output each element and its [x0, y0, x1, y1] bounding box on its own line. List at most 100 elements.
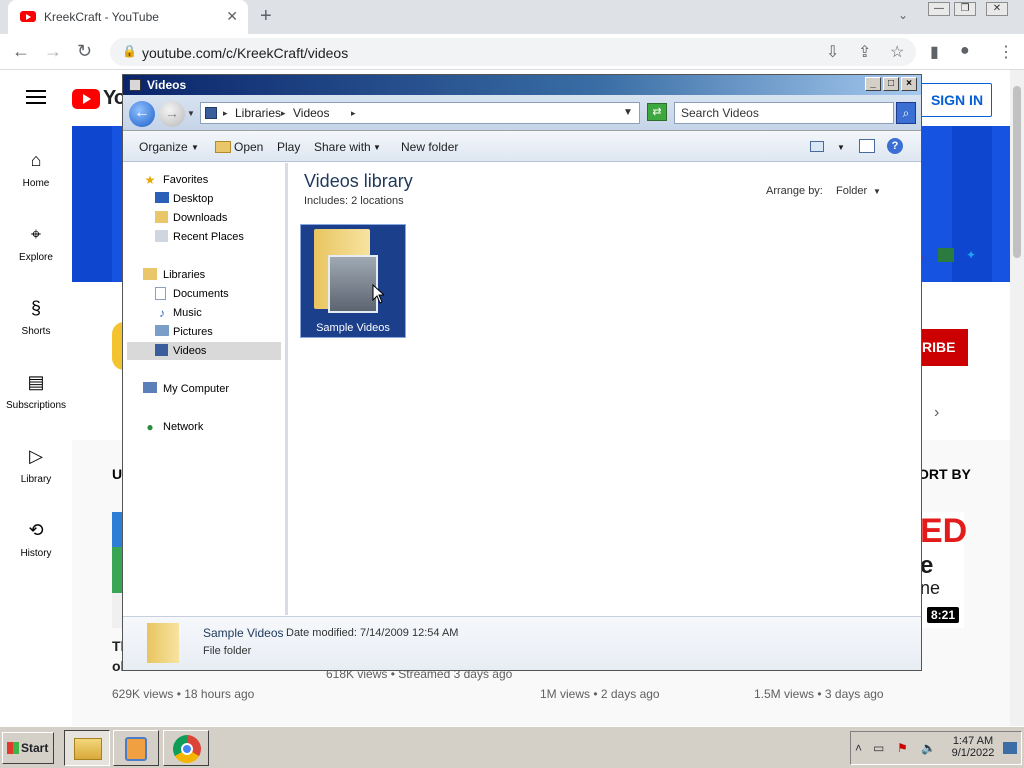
guide-item-library[interactable]: ▷ Library	[0, 442, 72, 502]
youtube-logo-icon[interactable]	[72, 89, 100, 109]
new-tab-button[interactable]: +	[260, 5, 272, 28]
back-arrow-icon[interactable]: ←	[129, 101, 155, 127]
arrange-by-dropdown[interactable]: Folder	[836, 185, 867, 197]
guide-item-shorts[interactable]: § Shorts	[0, 294, 72, 354]
uploads-heading: U	[112, 466, 123, 482]
clock[interactable]: 1:47 AM 9/1/2022	[950, 735, 996, 759]
maximize-window-button[interactable]: ❐	[954, 2, 976, 16]
desktop-icon	[155, 192, 169, 203]
nav-item-my-computer[interactable]: My Computer	[127, 380, 281, 398]
nav-item-music[interactable]: ♪ Music	[127, 304, 281, 322]
share-icon[interactable]: ⇪	[858, 42, 871, 62]
organize-button[interactable]: Organize	[139, 140, 188, 154]
nav-label: Network	[163, 421, 204, 433]
nav-item-libraries[interactable]: Libraries	[127, 266, 281, 284]
help-icon[interactable]: ?	[887, 138, 903, 154]
nav-item-network[interactable]: ● Network	[127, 418, 281, 436]
open-button[interactable]: Open	[234, 140, 263, 154]
hamburger-menu-icon[interactable]	[26, 90, 46, 104]
explorer-minimize-button[interactable]: _	[865, 77, 881, 91]
chevron-down-icon[interactable]: ▼	[191, 143, 199, 152]
youtube-favicon-icon	[20, 11, 36, 22]
start-label: Start	[21, 741, 49, 755]
taskbar-explorer-button[interactable]	[64, 730, 110, 766]
nav-label: Downloads	[173, 212, 228, 224]
guide-item-subscriptions[interactable]: ▤ Subscriptions	[0, 368, 72, 428]
chevron-right-icon[interactable]: ▸	[351, 103, 356, 123]
clock-date: 9/1/2022	[951, 747, 995, 759]
merch-link-icon[interactable]	[938, 248, 954, 262]
menu-kebab-icon[interactable]: ⋮	[998, 42, 1014, 62]
twitter-icon[interactable]: ✦	[966, 248, 976, 262]
reload-icon[interactable]: ↻	[77, 41, 92, 62]
close-tab-icon[interactable]: ✕	[226, 8, 238, 25]
taskbar-media-player-button[interactable]	[113, 730, 159, 766]
new-folder-button[interactable]: New folder	[401, 140, 458, 154]
chevron-right-icon[interactable]: ›	[934, 404, 939, 422]
chevron-down-icon[interactable]: ▼	[373, 143, 381, 152]
share-with-button[interactable]: Share with	[314, 140, 371, 154]
preview-pane-icon[interactable]	[859, 139, 875, 153]
show-hidden-icons-icon[interactable]: ˄	[855, 741, 862, 755]
nav-item-recent-places[interactable]: Recent Places	[127, 228, 281, 246]
breadcrumb-libraries[interactable]: Libraries	[235, 103, 281, 123]
breadcrumb-videos[interactable]: Videos	[293, 103, 329, 123]
guide-item-explore[interactable]: ⌖ Explore	[0, 220, 72, 280]
back-arrow-icon[interactable]: ←	[12, 41, 30, 62]
recent-pages-dropdown-icon[interactable]: ▼	[187, 109, 195, 118]
library-includes[interactable]: Includes: 2 locations	[304, 195, 404, 207]
chevron-down-icon[interactable]: ▼	[873, 187, 881, 196]
sign-in-button[interactable]: SIGN IN	[916, 83, 992, 117]
profile-avatar-icon[interactable]: ●	[960, 42, 970, 60]
nav-item-favorites[interactable]: ★ Favorites	[127, 171, 281, 189]
sort-by-button[interactable]: ORT BY	[918, 466, 971, 482]
network-tray-icon[interactable]: ▭	[873, 741, 884, 755]
chevron-right-icon[interactable]: ▸	[281, 103, 286, 123]
taskbar-chrome-button[interactable]	[163, 730, 209, 766]
side-panel-icon[interactable]: ▮	[930, 42, 939, 62]
search-icon[interactable]: ⌕	[896, 102, 916, 124]
nav-item-downloads[interactable]: Downloads	[127, 209, 281, 227]
address-bar[interactable]: 🔒 youtube.com/c/KreekCraft/videos	[110, 38, 916, 66]
forward-arrow-icon[interactable]: →	[159, 101, 185, 127]
nav-label: Documents	[173, 288, 229, 300]
refresh-icon[interactable]: ⇄	[647, 103, 667, 121]
nav-item-videos[interactable]: Videos	[127, 342, 281, 360]
folder-item-sample-videos[interactable]: Sample Videos	[300, 224, 406, 338]
explorer-close-button[interactable]: ×	[901, 77, 917, 91]
change-view-icon[interactable]	[810, 141, 824, 152]
search-input[interactable]: Search Videos	[674, 102, 894, 124]
windows-flag-icon	[7, 742, 19, 754]
address-url[interactable]: youtube.com/c/KreekCraft/videos	[142, 45, 348, 61]
show-desktop-icon[interactable]	[1003, 742, 1017, 754]
breadcrumb[interactable]: ▸ Libraries ▸ Videos ▸ ▼	[200, 102, 640, 124]
page-scrollbar-thumb[interactable]	[1013, 86, 1021, 258]
start-button[interactable]: Start	[2, 732, 54, 764]
close-window-button[interactable]: ✕	[986, 2, 1008, 16]
history-icon: ⟲	[28, 520, 44, 540]
explorer-maximize-button[interactable]: □	[883, 77, 899, 91]
video-duration-badge: 8:21	[927, 607, 960, 623]
bookmark-star-icon[interactable]: ☆	[890, 42, 904, 62]
nav-label: Music	[173, 307, 202, 319]
volume-icon[interactable]: 🔈	[921, 741, 936, 755]
guide-item-home[interactable]: ⌂ Home	[0, 146, 72, 206]
thumbnail-text: e	[920, 552, 934, 579]
chevron-down-icon[interactable]: ▼	[837, 143, 845, 152]
home-icon: ⌂	[30, 150, 42, 170]
nav-item-desktop[interactable]: Desktop	[127, 190, 281, 208]
nav-item-pictures[interactable]: Pictures	[127, 323, 281, 341]
guide-item-history[interactable]: ⟲ History	[0, 516, 72, 576]
action-center-icon[interactable]: ⚑	[897, 741, 908, 755]
play-button[interactable]: Play	[277, 140, 300, 154]
nav-item-documents[interactable]: Documents	[127, 285, 281, 303]
install-icon[interactable]: ⇩	[826, 42, 839, 62]
explorer-titlebar[interactable]: Videos _ □ ×	[123, 75, 921, 95]
tab-search-icon[interactable]: ⌄	[898, 8, 908, 22]
tab-youtube[interactable]: KreekCraft - YouTube ✕	[8, 0, 248, 34]
chevron-down-icon[interactable]: ▼	[623, 103, 633, 123]
chevron-right-icon[interactable]: ▸	[223, 103, 228, 123]
guide-label: Explore	[19, 252, 53, 263]
minimize-window-button[interactable]: —	[928, 2, 950, 16]
forward-arrow-icon[interactable]: →	[44, 41, 62, 62]
